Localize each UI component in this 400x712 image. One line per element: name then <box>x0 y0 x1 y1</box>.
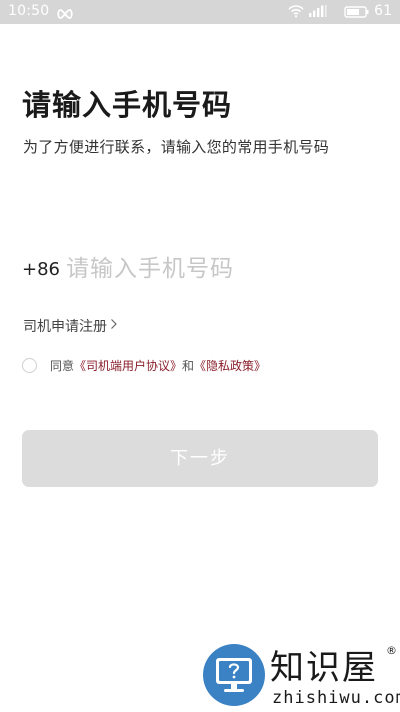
battery-level: 61 <box>374 3 392 19</box>
agreement-prefix: 同意 <box>50 359 75 373</box>
agreement-text: 同意《司机端用户协议》和《隐私政策》 <box>50 358 266 374</box>
agreement-conjunction: 和 <box>182 359 195 373</box>
country-code[interactable]: +86 <box>22 259 60 280</box>
question-monitor-icon <box>202 642 266 712</box>
next-step-button[interactable]: 下一步 <box>22 430 378 487</box>
page-title: 请输入手机号码 <box>22 88 233 122</box>
battery-icon <box>344 6 370 22</box>
watermark-domain: zhishiwu.com <box>272 688 400 708</box>
user-agreement-link[interactable]: 《司机端用户协议》 <box>74 359 182 373</box>
watermark-name: 知识屋 <box>270 648 378 688</box>
signal-icon <box>308 4 328 22</box>
agree-checkbox[interactable] <box>22 358 37 373</box>
registered-mark: ® <box>386 644 397 657</box>
phone-number-input[interactable] <box>62 250 390 288</box>
status-bar: 10:50 61 <box>0 0 400 24</box>
driver-register-label: 司机申请注册 <box>23 319 107 335</box>
watermark: 知识屋 ® zhishiwu.com <box>200 640 400 711</box>
status-time: 10:50 <box>8 3 50 19</box>
driver-register-link[interactable]: 司机申请注册 <box>23 316 118 336</box>
page-subtitle: 为了方便进行联系，请输入您的常用手机号码 <box>23 138 330 156</box>
chevron-right-icon <box>110 318 118 334</box>
privacy-policy-link[interactable]: 《隐私政策》 <box>194 359 266 373</box>
wifi-icon <box>288 4 304 22</box>
infinity-icon <box>56 7 74 23</box>
